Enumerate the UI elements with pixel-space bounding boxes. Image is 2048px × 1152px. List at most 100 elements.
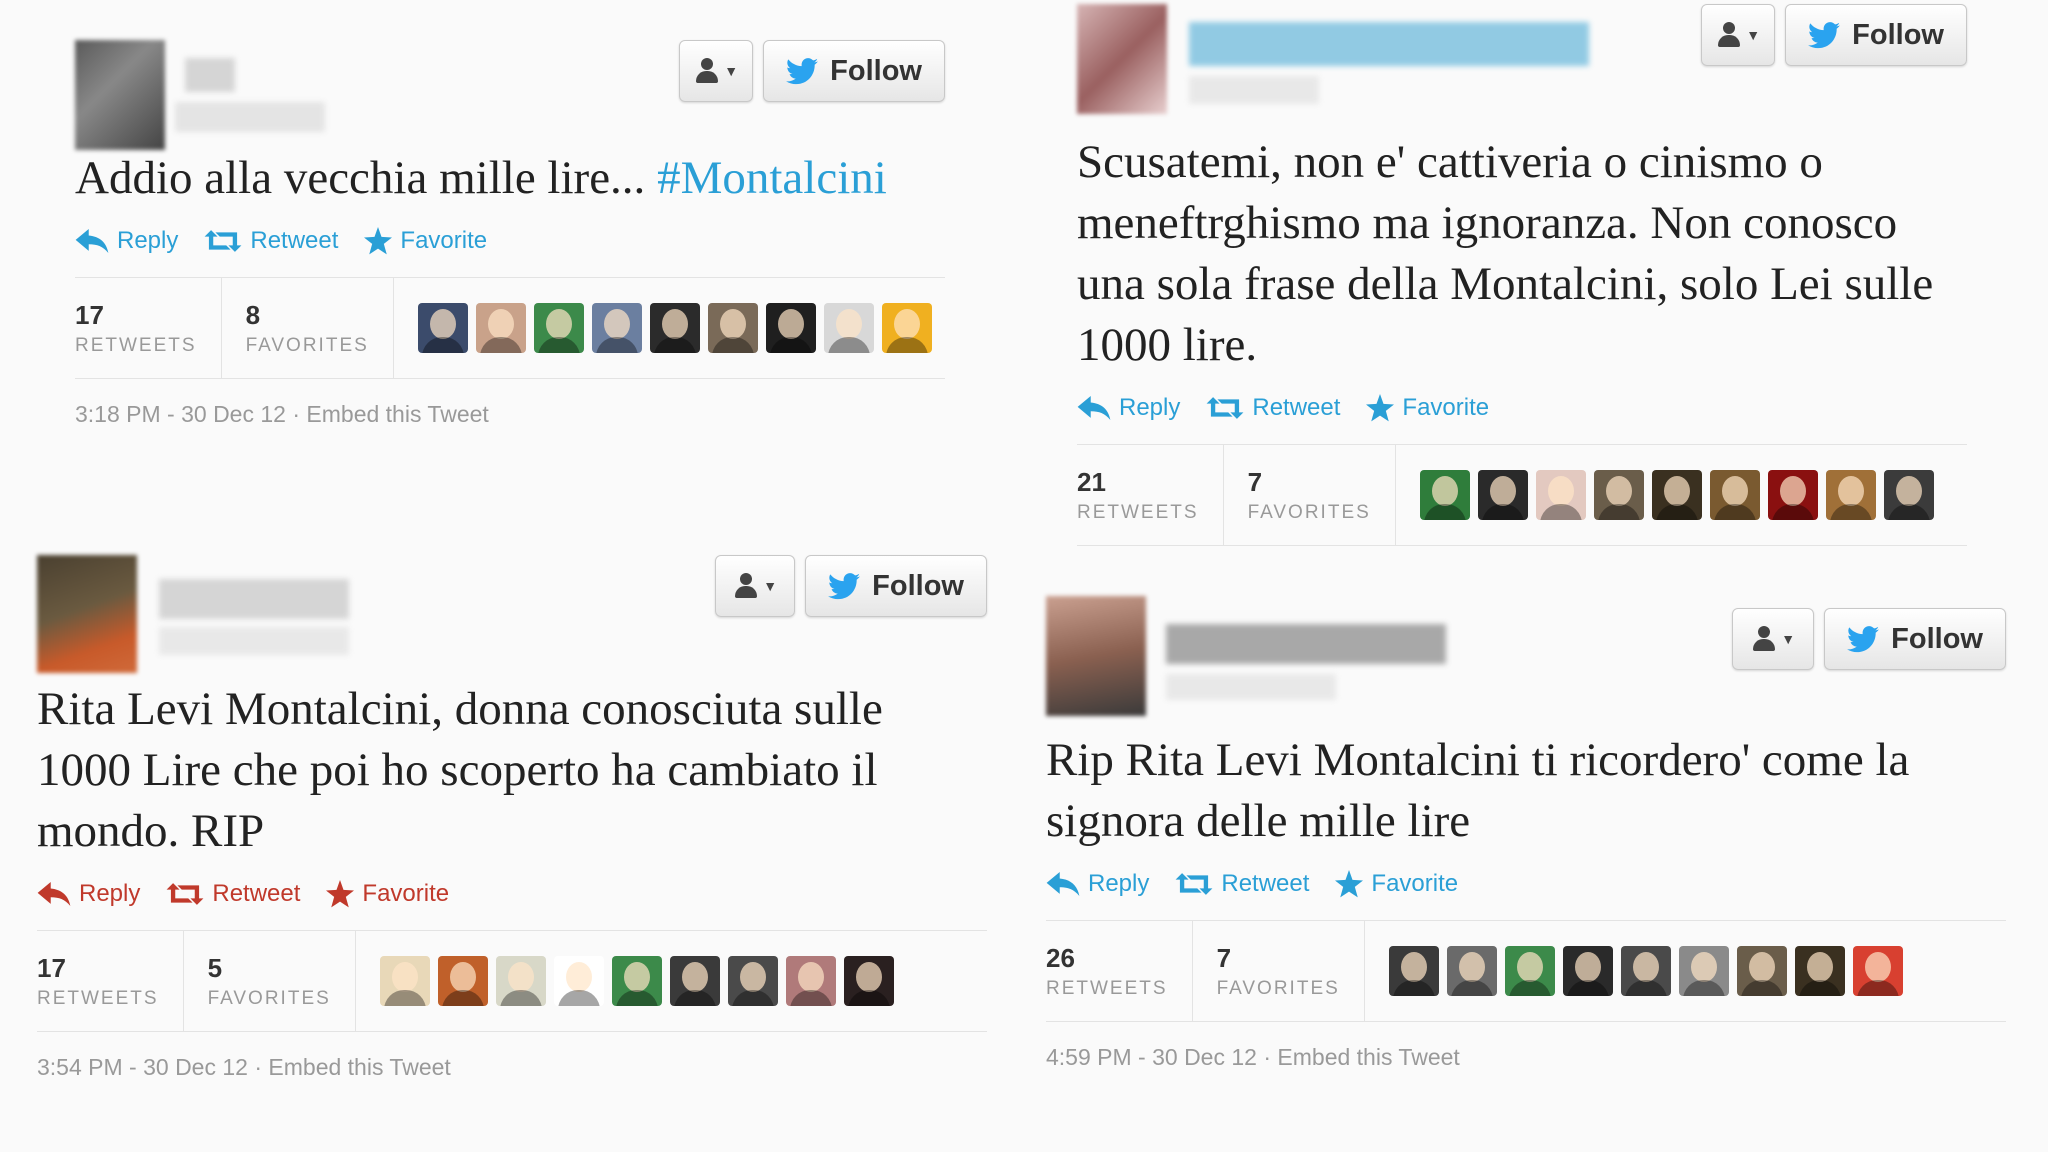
- timestamp-link[interactable]: 3:18 PM - 30 Dec 12: [75, 401, 286, 427]
- retweets-count[interactable]: 17 RETWEETS: [75, 278, 222, 378]
- retweets-count[interactable]: 17 RETWEETS: [37, 931, 184, 1031]
- user-avatar-thumb[interactable]: [1709, 470, 1760, 520]
- favorite-action[interactable]: Favorite: [1366, 394, 1489, 422]
- reply-icon: [1077, 396, 1111, 420]
- user-avatar-thumb[interactable]: [765, 303, 816, 353]
- favorites-count[interactable]: 8 FAVORITES: [246, 278, 394, 378]
- hashtag-link[interactable]: #Montalcini: [657, 152, 887, 204]
- user-avatar-thumb[interactable]: [1535, 470, 1586, 520]
- retweet-action[interactable]: Retweet: [1175, 870, 1309, 898]
- caret-down-icon: ▼: [763, 578, 778, 594]
- tweet-text: Rip Rita Levi Montalcini ti ricordero' c…: [1046, 734, 1910, 847]
- user-avatar-thumb[interactable]: [1767, 470, 1818, 520]
- user-actions-button[interactable]: ▼: [1732, 608, 1815, 670]
- user-avatar-thumb[interactable]: [1504, 946, 1555, 996]
- reply-action[interactable]: Reply: [37, 880, 140, 908]
- user-avatar-thumb[interactable]: [1419, 470, 1470, 520]
- user-avatar-thumb[interactable]: [437, 956, 488, 1006]
- user-avatar-thumb[interactable]: [1852, 946, 1903, 996]
- favorites-count[interactable]: 5 FAVORITES: [208, 931, 356, 1031]
- user-icon: [1751, 626, 1777, 652]
- tweet-meta: 3:18 PM - 30 Dec 12 · Embed this Tweet: [75, 401, 489, 427]
- favorite-action[interactable]: Favorite: [364, 227, 487, 255]
- reply-action[interactable]: Reply: [1046, 870, 1149, 898]
- avatar[interactable]: [1046, 596, 1146, 716]
- user-avatar-thumb[interactable]: [495, 956, 546, 1006]
- reply-icon: [1046, 872, 1080, 896]
- user-avatar-thumb[interactable]: [1883, 470, 1934, 520]
- user-avatar-thumb[interactable]: [649, 303, 700, 353]
- user-avatar-thumb[interactable]: [727, 956, 778, 1006]
- user-avatar-thumb[interactable]: [1446, 946, 1497, 996]
- user-avatar-thumb[interactable]: [379, 956, 430, 1006]
- follow-button[interactable]: Follow: [805, 555, 987, 617]
- star-icon: [364, 227, 392, 255]
- follow-label: Follow: [830, 54, 922, 87]
- user-avatar-thumb[interactable]: [785, 956, 836, 1006]
- user-actions-button[interactable]: ▼: [679, 40, 754, 102]
- caret-down-icon: ▼: [1746, 27, 1761, 43]
- avatar[interactable]: [37, 555, 137, 673]
- favorites-count[interactable]: 7 FAVORITES: [1217, 921, 1365, 1021]
- user-avatar-thumb[interactable]: [1794, 946, 1845, 996]
- user-avatar-thumb[interactable]: [611, 956, 662, 1006]
- star-icon: [1366, 394, 1394, 422]
- user-avatar-thumb[interactable]: [843, 956, 894, 1006]
- user-avatar-thumb[interactable]: [1388, 946, 1439, 996]
- user-icon: [694, 58, 720, 84]
- twitter-bird-icon: [1847, 626, 1879, 653]
- tweet-header: ▼ Follow: [75, 40, 945, 150]
- user-faces: [1388, 946, 1903, 996]
- tweet-card: ▼ Follow Rip Rita Levi Montalcini ti ric…: [1046, 596, 2006, 1071]
- follow-button[interactable]: Follow: [1824, 608, 2006, 670]
- user-actions-button[interactable]: ▼: [715, 555, 796, 617]
- follow-label: Follow: [1891, 622, 1983, 655]
- user-avatar-thumb[interactable]: [1736, 946, 1787, 996]
- user-avatar-thumb[interactable]: [533, 303, 584, 353]
- user-faces: [1419, 470, 1934, 520]
- user-avatar-thumb[interactable]: [553, 956, 604, 1006]
- user-avatar-thumb[interactable]: [881, 303, 932, 353]
- retweet-icon: [166, 881, 204, 907]
- retweets-count[interactable]: 26 RETWEETS: [1046, 921, 1193, 1021]
- retweet-action[interactable]: Retweet: [166, 880, 300, 908]
- user-avatar-thumb[interactable]: [417, 303, 468, 353]
- retweet-action[interactable]: Retweet: [204, 227, 338, 255]
- reply-action[interactable]: Reply: [1077, 394, 1180, 422]
- user-avatar-thumb[interactable]: [823, 303, 874, 353]
- tweet-actions: Reply Retweet Favorite: [37, 880, 987, 908]
- favorites-count[interactable]: 7 FAVORITES: [1248, 445, 1396, 545]
- timestamp-link[interactable]: 4:59 PM - 30 Dec 12: [1046, 1044, 1257, 1070]
- user-avatar-thumb[interactable]: [1620, 946, 1671, 996]
- user-actions-button[interactable]: ▼: [1701, 4, 1776, 66]
- user-avatar-thumb[interactable]: [1825, 470, 1876, 520]
- retweet-action[interactable]: Retweet: [1206, 394, 1340, 422]
- user-avatar-thumb[interactable]: [1593, 470, 1644, 520]
- retweet-icon: [1206, 395, 1244, 421]
- user-avatar-thumb[interactable]: [591, 303, 642, 353]
- avatar[interactable]: [1077, 4, 1167, 114]
- user-avatar-thumb[interactable]: [1562, 946, 1613, 996]
- user-avatar-thumb[interactable]: [669, 956, 720, 1006]
- embed-link[interactable]: Embed this Tweet: [306, 401, 488, 427]
- follow-button[interactable]: Follow: [1785, 4, 1967, 66]
- user-avatar-thumb[interactable]: [707, 303, 758, 353]
- user-avatar-thumb[interactable]: [1678, 946, 1729, 996]
- retweets-count[interactable]: 21 RETWEETS: [1077, 445, 1224, 545]
- user-avatar-thumb[interactable]: [475, 303, 526, 353]
- embed-link[interactable]: Embed this Tweet: [1277, 1044, 1459, 1070]
- star-icon: [326, 880, 354, 908]
- tweet-actions: Reply Retweet Favorite: [1046, 870, 2006, 898]
- user-avatar-thumb[interactable]: [1477, 470, 1528, 520]
- user-avatar-thumb[interactable]: [1651, 470, 1702, 520]
- timestamp-link[interactable]: 3:54 PM - 30 Dec 12: [37, 1054, 248, 1080]
- tweet-meta: 4:59 PM - 30 Dec 12 · Embed this Tweet: [1046, 1044, 1460, 1070]
- favorite-action[interactable]: Favorite: [1335, 870, 1458, 898]
- tweet-text: Scusatemi, non e' cattiveria o cinismo o…: [1077, 136, 1934, 371]
- avatar[interactable]: [75, 40, 165, 150]
- follow-button[interactable]: Follow: [763, 40, 945, 102]
- reply-action[interactable]: Reply: [75, 227, 178, 255]
- embed-link[interactable]: Embed this Tweet: [268, 1054, 450, 1080]
- favorite-action[interactable]: Favorite: [326, 880, 449, 908]
- tweet-header: ▼ Follow: [1077, 4, 1967, 124]
